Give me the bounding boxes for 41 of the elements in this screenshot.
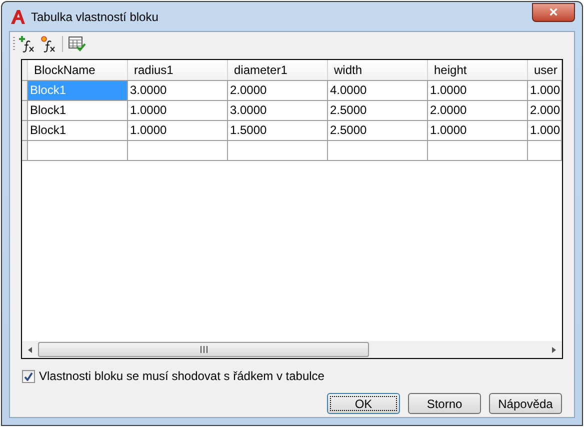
table-cell[interactable]: Block1	[28, 121, 128, 140]
table-cell[interactable]: 1.0000	[428, 121, 528, 140]
row-header[interactable]	[22, 101, 28, 120]
checkbox[interactable]	[22, 370, 35, 382]
checkbox-label: Vlastnosti bloku se musí shodovat s řádkem v tabulce	[39, 368, 324, 385]
table-cell[interactable]: 2.0000	[228, 81, 328, 100]
check-icon	[24, 372, 33, 380]
add-function-icon[interactable]	[18, 34, 36, 52]
table-cell[interactable]: Block1	[28, 101, 128, 120]
table-cell[interactable]: 1.5000	[228, 121, 328, 140]
column-header[interactable]: diameter1	[228, 60, 328, 80]
column-header[interactable]: width	[328, 60, 428, 80]
table-cell[interactable]: 2.5000	[328, 101, 428, 120]
column-header[interactable]: radius1	[128, 60, 228, 80]
table-cell[interactable]: 3.0000	[128, 81, 228, 100]
table-cell[interactable]: 2.5000	[328, 121, 428, 140]
table-cell[interactable]: 1.0000	[128, 101, 228, 120]
app-logo-icon	[10, 8, 26, 24]
dialog-button[interactable]: Nápověda	[489, 393, 562, 414]
column-header[interactable]: BlockName	[28, 60, 128, 80]
table-cell[interactable]: 1.0000	[428, 81, 528, 100]
grip-icon	[200, 346, 208, 353]
window-title: Tabulka vlastností bloku	[31, 8, 158, 26]
row-header[interactable]	[22, 141, 28, 160]
table-cell[interactable]: 1.000	[528, 121, 562, 140]
dialog-button[interactable]: OK	[327, 393, 400, 414]
scrollbar-thumb[interactable]	[38, 342, 369, 357]
table-cell[interactable]: 1.0000	[128, 121, 228, 140]
table-check-icon[interactable]	[68, 36, 86, 52]
dialog-button[interactable]: Storno	[408, 393, 481, 414]
row-header[interactable]	[22, 81, 28, 100]
column-header[interactable]: user	[528, 60, 562, 80]
table-cell[interactable]: 4.0000	[328, 81, 428, 100]
new-function-icon[interactable]	[39, 34, 57, 52]
column-header[interactable]: height	[428, 60, 528, 80]
table-cell[interactable]: 2.0000	[428, 101, 528, 120]
table-cell[interactable]: 2.000	[528, 101, 562, 120]
row-header[interactable]	[22, 121, 28, 140]
horizontal-scrollbar[interactable]	[22, 341, 562, 358]
table-cell[interactable]: 3.0000	[228, 101, 328, 120]
table-cell[interactable]: 1.000	[528, 81, 562, 100]
